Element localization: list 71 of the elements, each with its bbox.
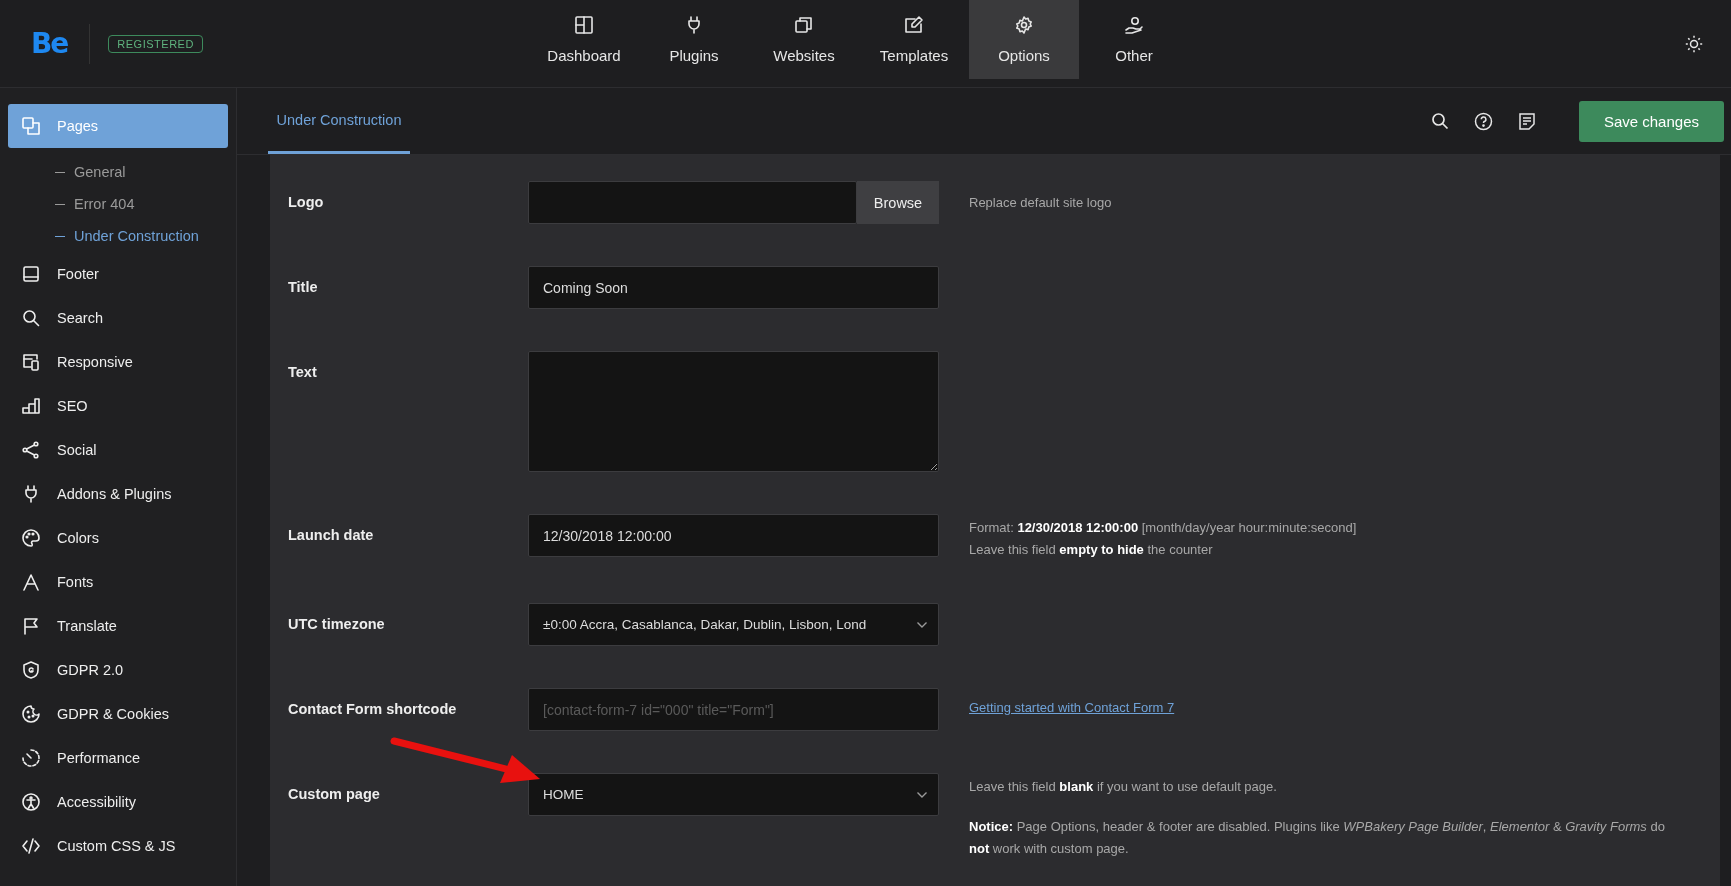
sidebar-item[interactable]: SEO — [8, 384, 228, 428]
hand-user-icon — [1124, 15, 1144, 35]
help-text: Leave this field empty to hide the counter — [969, 541, 1214, 559]
field-label: Text — [288, 363, 318, 381]
chevron-down-icon — [916, 790, 928, 799]
registered-badge: REGISTERED — [108, 34, 203, 53]
input-field[interactable]: 12/30/2018 12:00:00 — [528, 514, 939, 557]
letter-a-icon — [21, 572, 41, 592]
nav-tab[interactable]: Plugins — [639, 0, 749, 79]
devices-icon — [21, 352, 41, 372]
input-field[interactable] — [528, 181, 857, 224]
flag-icon — [21, 616, 41, 636]
sidebar-item[interactable]: Colors — [8, 516, 228, 560]
nav-tab[interactable]: Dashboard — [529, 0, 639, 79]
sidebar-item[interactable]: Responsive — [8, 340, 228, 384]
dashboard-icon — [574, 15, 594, 35]
sun-icon[interactable] — [1685, 34, 1703, 53]
pages-icon — [21, 116, 41, 136]
field-label: Launch date — [288, 526, 375, 544]
input-field[interactable]: Coming Soon — [528, 266, 939, 309]
sidebar-subitem[interactable]: Error 404 — [8, 188, 228, 220]
chevron-down-icon — [916, 620, 928, 629]
help-text: Format: 12/30/2018 12:00:00 [month/day/year hour:minute:second] — [969, 519, 1357, 537]
input-field[interactable]: [contact-form-7 id="000" title="Form"] — [528, 688, 939, 731]
sidebar-item[interactable]: Custom CSS & JS — [8, 824, 228, 868]
sidebar-item[interactable]: Footer — [8, 252, 228, 296]
cookie-icon — [21, 704, 41, 724]
help-text: Replace default site logo — [969, 194, 1112, 212]
sidebar-item[interactable]: Performance — [8, 736, 228, 780]
help-icon[interactable] — [1473, 111, 1493, 131]
sidebar-item[interactable]: GDPR & Cookies — [8, 692, 228, 736]
select-field[interactable]: HOME — [528, 773, 939, 816]
field-label: Title — [288, 278, 319, 296]
nav-tab[interactable]: Options — [969, 0, 1079, 79]
select-field[interactable]: ±0:00 Accra, Casablanca, Dakar, Dublin, Lisbon, Lond — [528, 603, 939, 646]
sidebar-item[interactable]: Search — [8, 296, 228, 340]
help-text: Leave this field blank if you want to use default page. — [969, 778, 1278, 796]
field-label: UTC timezone — [288, 615, 386, 633]
sidebar-subitem[interactable]: General — [8, 156, 228, 188]
field-label: Custom page — [288, 785, 381, 803]
search-icon — [21, 308, 41, 328]
sidebar-item[interactable]: GDPR 2.0 — [8, 648, 228, 692]
nav-tab[interactable]: Websites — [749, 0, 859, 79]
help-text: Notice: Page Options, header & footer are disabled. Plugins like WPBakery Page Builder, Elementor & Gravity Forms do not work with custom page. — [969, 818, 1666, 858]
logo[interactable]: Be — [31, 27, 68, 60]
palette-icon — [21, 528, 41, 548]
help-link[interactable]: Getting started with Contact Form 7 — [969, 691, 1175, 719]
bar-chart-icon — [21, 396, 41, 416]
sidebar-item[interactable]: Social — [8, 428, 228, 472]
sidebar-item[interactable]: Accessibility — [8, 780, 228, 824]
gauge-icon — [21, 748, 41, 768]
code-icon — [21, 836, 41, 856]
nav-tab[interactable]: Other — [1079, 0, 1189, 79]
sidebar-item[interactable]: Fonts — [8, 560, 228, 604]
browse-button[interactable]: Browse — [857, 181, 939, 224]
sidebar-item[interactable]: Addons & Plugins — [8, 472, 228, 516]
field-label: Logo — [288, 193, 325, 211]
nav-tab[interactable]: Templates — [859, 0, 969, 79]
sidebar-subitem[interactable]: Under Construction — [8, 220, 228, 252]
notes-icon[interactable] — [1517, 111, 1536, 131]
footer-icon — [21, 264, 41, 284]
shield-icon — [21, 660, 41, 680]
sidebar-item[interactable]: Translate — [8, 604, 228, 648]
share-icon — [21, 440, 41, 460]
accessibility-icon — [21, 792, 41, 812]
edit-icon — [904, 15, 924, 35]
field-label: Contact Form shortcode — [288, 700, 458, 718]
save-button[interactable]: Save changes — [1578, 100, 1724, 142]
gear-icon — [1014, 15, 1034, 35]
windows-icon — [794, 15, 814, 35]
search-icon[interactable] — [1430, 112, 1449, 130]
